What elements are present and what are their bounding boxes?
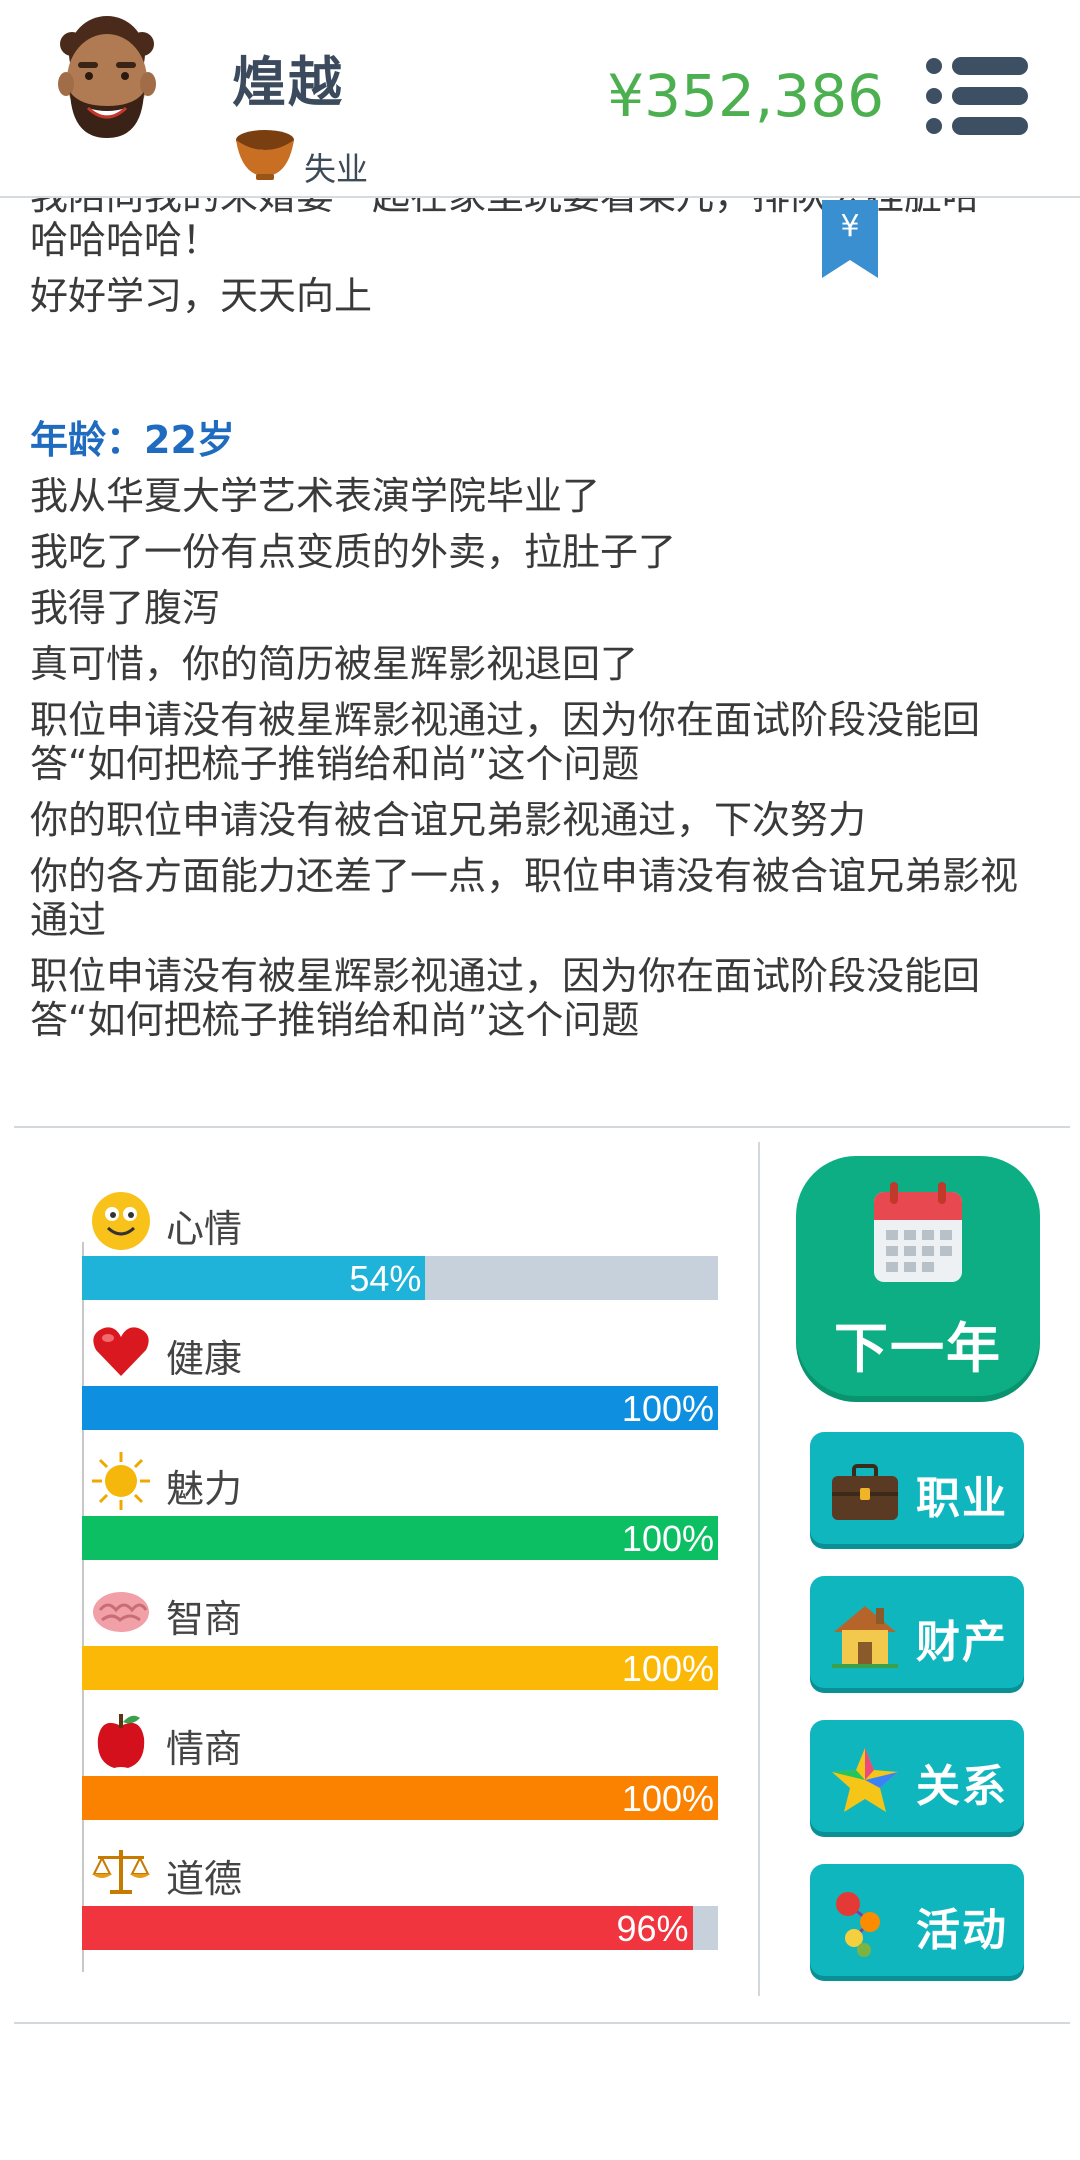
log-line: 好好学习，天天向上 (30, 274, 373, 318)
divider (14, 1126, 1070, 1128)
property-button[interactable]: 财产 (810, 1576, 1024, 1688)
stat-fill-morality: 96% (82, 1906, 693, 1950)
stat-iq: 智商 100% (82, 1580, 718, 1710)
heart-icon (93, 1327, 149, 1376)
hamburger-menu-icon[interactable] (926, 57, 1028, 136)
stat-label: 心情 (166, 1207, 243, 1251)
stat-fill-health: 100% (82, 1386, 718, 1430)
divider (14, 2022, 1070, 2024)
briefcase-icon (832, 1464, 898, 1520)
stat-track: 54% (82, 1256, 718, 1300)
stat-percent: 100% (621, 1388, 714, 1429)
stat-label: 魅力 (166, 1467, 243, 1511)
stat-percent: 100% (621, 1778, 714, 1819)
log-line: 我陪同我的未婚妻一起在家里玩耍看某儿，排队去挂脏哈哈哈哈哈！ (30, 198, 980, 262)
stat-label: 健康 (166, 1337, 243, 1381)
stat-charm: 魅力 100% (82, 1450, 718, 1580)
calendar-icon (874, 1182, 962, 1282)
relations-button[interactable]: 关系 (810, 1720, 1024, 1832)
age-heading: 年龄：22岁 (30, 418, 235, 462)
money-balance: ¥352,386 (607, 62, 884, 130)
job-status: 失业 (304, 150, 369, 188)
sun-icon (92, 1452, 150, 1510)
brain-icon (93, 1592, 149, 1632)
empty-bowl-icon (236, 130, 294, 180)
stat-track: 100% (82, 1516, 718, 1560)
activities-label: 活动 (916, 1905, 1008, 1956)
relations-label: 关系 (916, 1761, 1008, 1812)
stat-fill-iq: 100% (82, 1646, 718, 1690)
smiley-face-icon (92, 1192, 150, 1250)
stat-health: 健康 100% (82, 1320, 718, 1450)
stat-fill-eq: 100% (82, 1776, 718, 1820)
log-line: 职位申请没有被星辉影视通过，因为你在面试阶段没能回答“如何把梳子推销给和尚”这个… (30, 698, 981, 786)
apple-icon (97, 1714, 145, 1768)
log-line: 我从华夏大学艺术表演学院毕业了 (30, 474, 601, 518)
stat-label: 智商 (166, 1597, 243, 1641)
panel-separator (758, 1142, 760, 1996)
stat-track: 100% (82, 1386, 718, 1430)
log-line: 职位申请没有被星辉影视通过，因为你在面试阶段没能回答“如何把梳子推销给和尚”这个… (30, 954, 981, 1042)
log-line: 真可惜，你的简历被星辉影视退回了 (30, 642, 639, 686)
log-line: 我吃了一份有点变质的外卖，拉肚子了 (30, 530, 677, 574)
top-bar: 煌越 失业 ¥352,386 (0, 0, 1080, 198)
property-label: 财产 (916, 1617, 1008, 1668)
career-label: 职业 (916, 1473, 1008, 1524)
log-line: 你的各方面能力还差了一点，职位申请没有被合谊兄弟影视通过 (30, 854, 1019, 942)
stat-label: 道德 (166, 1857, 243, 1901)
bookmark-symbol: ¥ (840, 209, 859, 244)
stat-percent: 100% (621, 1518, 714, 1559)
next-year-label: 下一年 (834, 1317, 1002, 1380)
stat-track: 96% (82, 1906, 718, 1950)
yen-bookmark-icon[interactable]: ¥ (822, 200, 878, 278)
stat-label: 情商 (166, 1727, 243, 1771)
stat-fill-mood: 54% (82, 1256, 426, 1300)
log-line: 你的职位申请没有被合谊兄弟影视通过，下次努力 (30, 798, 867, 842)
event-log[interactable]: 我陪同我的未婚妻一起在家里玩耍看某儿，排队去挂脏哈哈哈哈哈！ 好好学习，天天向上… (0, 198, 1080, 1126)
player-name: 煌越 (232, 51, 344, 114)
avatar[interactable] (48, 14, 166, 142)
stat-percent: 96% (616, 1908, 689, 1949)
balance-scale-icon (92, 1850, 150, 1894)
activities-button[interactable]: 活动 (810, 1864, 1024, 1976)
stat-fill-charm: 100% (82, 1516, 718, 1560)
stat-morality: 道德 96% (82, 1840, 718, 1970)
stat-percent: 54% (349, 1258, 422, 1299)
house-icon (832, 1606, 898, 1668)
career-button[interactable]: 职业 (810, 1432, 1024, 1544)
stat-percent: 100% (621, 1648, 714, 1689)
stat-mood: 心情 54% (82, 1190, 718, 1320)
stat-track: 100% (82, 1646, 718, 1690)
star-icon (832, 1748, 898, 1812)
next-year-button[interactable]: 下一年 (796, 1156, 1040, 1396)
log-line: 我得了腹泻 (30, 586, 221, 630)
activity-dots-icon (836, 1892, 880, 1957)
stat-track: 100% (82, 1776, 718, 1820)
stat-eq: 情商 100% (82, 1710, 718, 1840)
